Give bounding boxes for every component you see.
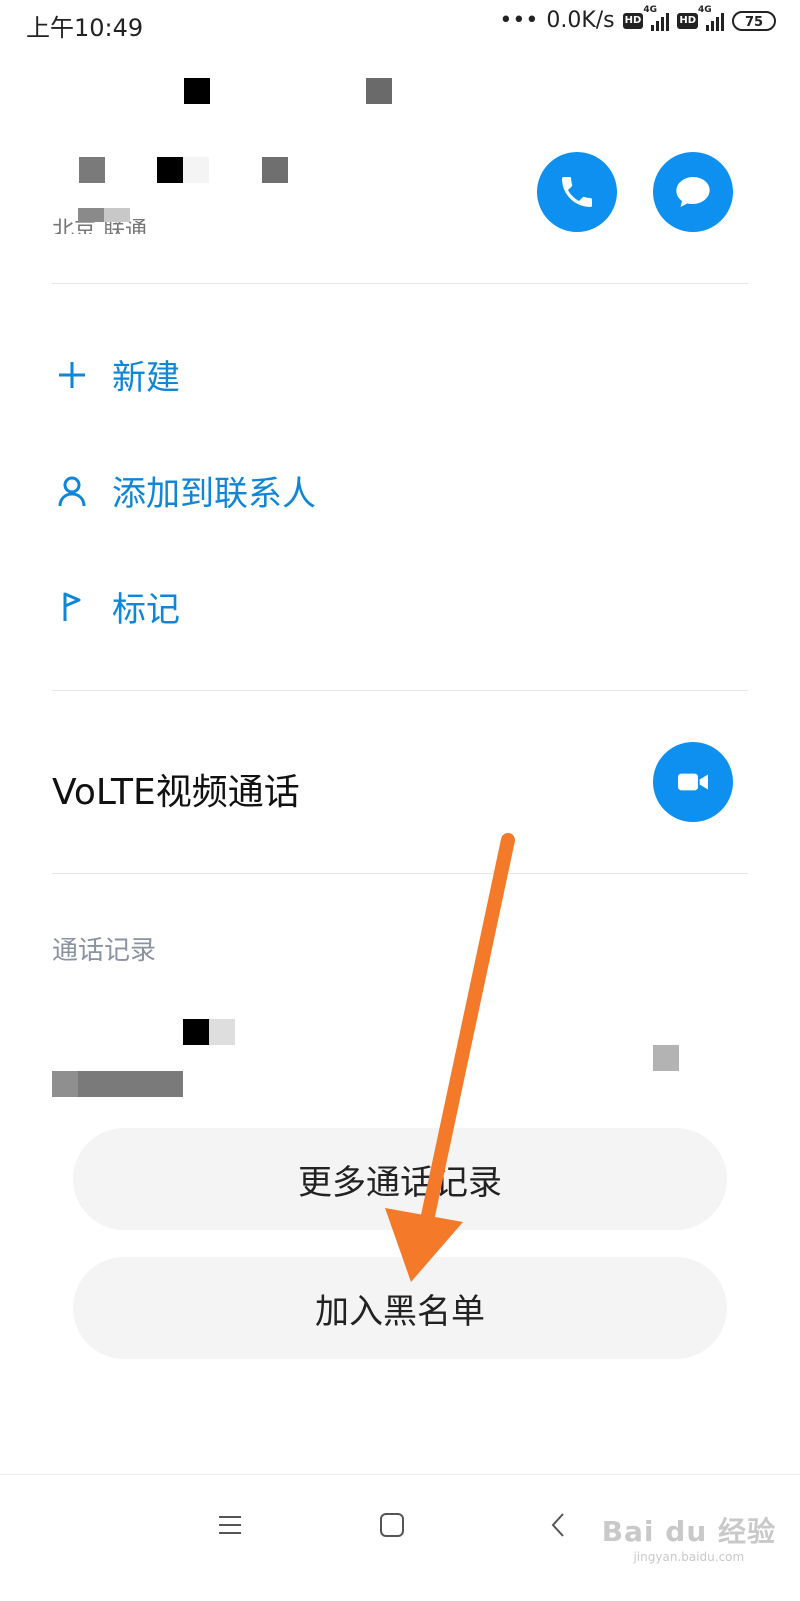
annotation-arrow [385,833,515,1282]
home-square-icon [380,1513,404,1537]
baidu-jingyan-watermark: Bai du 经验 jingyan.baidu.com [601,1515,776,1564]
home-nav-button[interactable] [372,1505,412,1545]
menu-nav-button[interactable] [210,1505,250,1545]
menu-icon [219,1516,241,1534]
back-chevron-icon [551,1513,564,1537]
back-nav-button[interactable] [538,1505,578,1545]
